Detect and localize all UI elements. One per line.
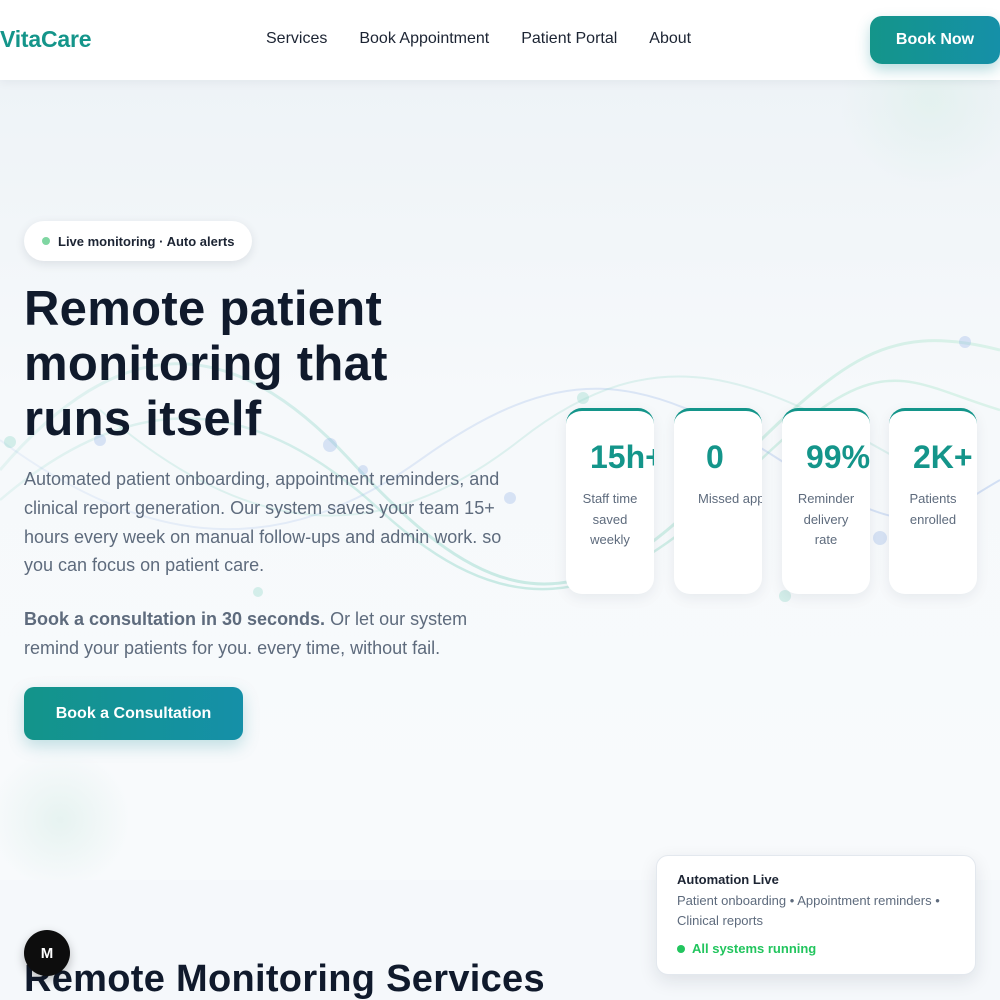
badge-text: Live monitoring · Auto alerts <box>58 233 235 249</box>
stat-label: Staff time saved weekly <box>582 491 638 547</box>
live-dot-icon <box>42 237 50 245</box>
stat-label: Reminder delivery rate <box>797 491 855 547</box>
hero-title-line: runs itself <box>24 392 262 446</box>
hero-description: Automated patient onboarding, appointmen… <box>24 469 502 576</box>
hero-section: Live monitoring · Auto alerts Remote pat… <box>0 80 1000 880</box>
nav-about[interactable]: About <box>649 30 691 48</box>
status-text: All systems running <box>692 941 817 956</box>
cta-bold-text: Book a consultation in 30 seconds. <box>24 609 326 629</box>
stat-label: Missed appointments <box>698 491 762 506</box>
hero-title-line: monitoring that <box>24 337 388 391</box>
automation-description: Patient onboarding • Appointment reminde… <box>677 893 940 928</box>
stat-value: 99% <box>806 439 870 475</box>
book-now-button[interactable]: Book Now <box>870 16 1000 64</box>
nav-services[interactable]: Services <box>266 30 327 48</box>
main-nav: Services Book Appointment Patient Portal… <box>266 30 691 48</box>
stat-card-staff-time: 15h+ Staff time saved weekly <box>566 408 654 594</box>
page: VitaCare Services Book Appointment Patie… <box>0 0 1000 1000</box>
status-dot-icon <box>677 944 685 953</box>
automation-live-panel: Automation Live Patient onboarding • App… <box>656 855 976 975</box>
floating-m-button[interactable]: M <box>24 930 70 976</box>
live-monitoring-badge: Live monitoring · Auto alerts <box>24 221 253 261</box>
nav-patient-portal[interactable]: Patient Portal <box>521 30 617 48</box>
logo[interactable]: VitaCare <box>0 26 92 53</box>
stat-label: Patients enrolled <box>909 491 957 527</box>
stat-value: 15h+ <box>590 439 654 475</box>
book-consultation-button[interactable]: Book a Consultation <box>24 687 243 740</box>
stat-card-reminder-rate: 99% Reminder delivery rate <box>782 408 870 594</box>
stat-value: 2K+ <box>913 439 973 475</box>
hero-title: Remote patient monitoring that runs itse… <box>24 282 494 447</box>
automation-title: Automation Live <box>677 872 779 887</box>
site-header: VitaCare Services Book Appointment Patie… <box>0 0 1000 80</box>
stat-card-patients-enrolled: 2K+ Patients enrolled <box>889 408 977 594</box>
hero-cta-text: Book a consultation in 30 seconds. Or le… <box>24 605 504 663</box>
hero-title-line: Remote patient <box>24 282 383 336</box>
stat-card-missed-appointments: 0 Missed appointments <box>674 408 762 594</box>
services-section-title: Remote Monitoring Services <box>24 958 545 1000</box>
stat-value: 0 <box>706 439 724 475</box>
automation-status: All systems running <box>677 941 816 956</box>
nav-book-appointment[interactable]: Book Appointment <box>359 30 489 48</box>
